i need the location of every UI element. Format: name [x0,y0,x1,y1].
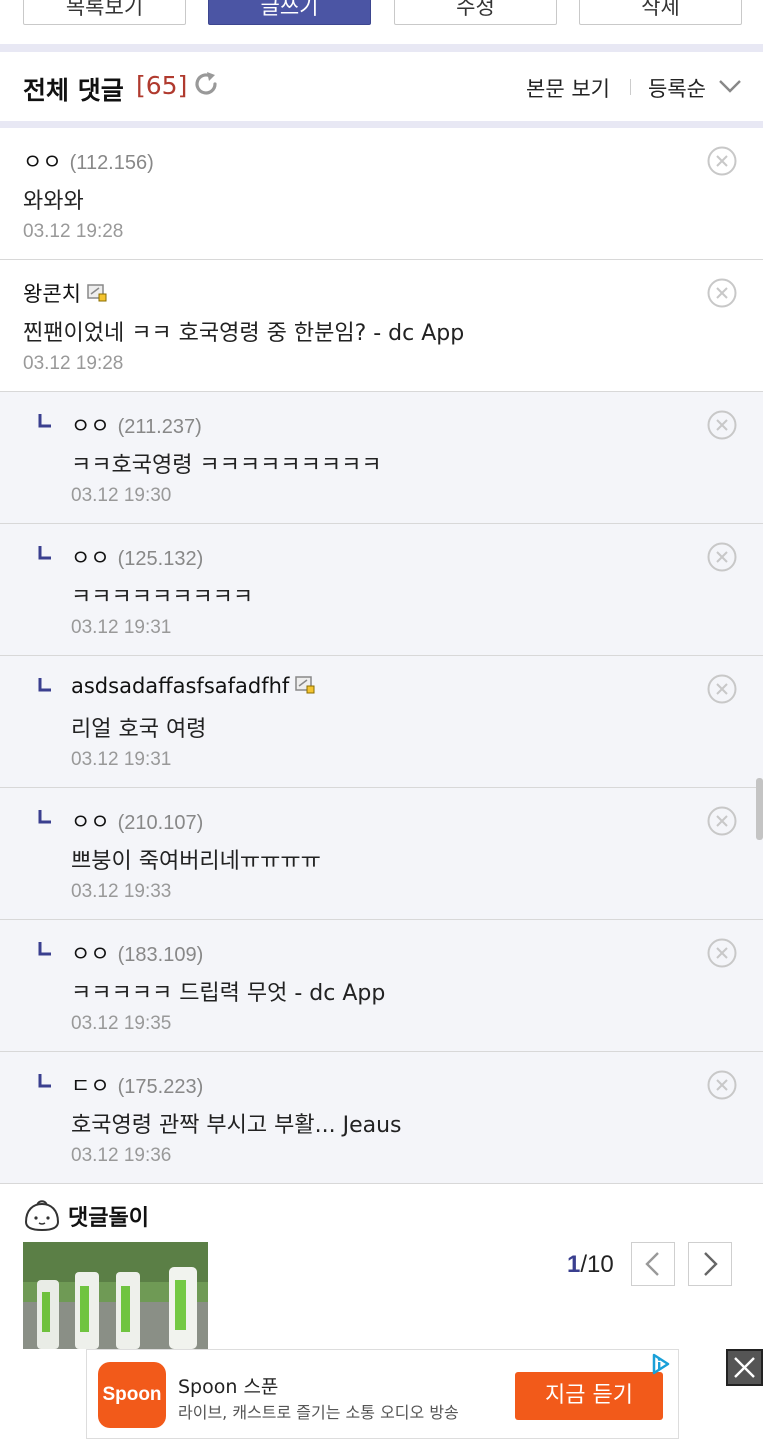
scrollbar-thumb[interactable] [756,778,763,840]
author-name: 왕콘치 [23,282,81,306]
comment-row: ㅇㅇ (112.156) 와와와 03.12 19:28 [0,128,763,260]
comment-author[interactable]: ㅇㅇ (183.109) [71,938,203,968]
author-ip: (125.132) [117,548,204,570]
comments-count: [65] [136,71,188,100]
sort-dropdown[interactable]: 등록순 [648,73,706,103]
comment-author[interactable]: ㄷㅇ (175.223) [71,1070,203,1100]
comment-author[interactable]: ㅇㅇ (125.132) [71,542,203,572]
delete-comment-icon[interactable] [706,937,738,969]
delete-comment-icon[interactable] [706,277,738,309]
chevron-left-icon [645,1252,659,1276]
comment-text: ㅋㅋㅋㅋㅋㅋㅋㅋㅋ [71,585,254,610]
comment-date: 03.12 19:33 [71,881,172,902]
delete-button[interactable]: 삭제 [579,0,742,25]
comment-text: 찐팬이었네 ㅋㅋ 호국영령 중 한분임? - dc App [23,321,465,346]
member-memo-icon [87,284,107,302]
reply-row: ㅇㅇ (125.132) ㅋㅋㅋㅋㅋㅋㅋㅋㅋ 03.12 19:31 [0,524,763,656]
author-ip: (183.109) [117,944,204,966]
section-divider [0,44,763,52]
author-name: ㅇㅇ [71,414,110,438]
edit-button[interactable]: 수정 [394,0,557,25]
reply-row: ㄷㅇ (175.223) 호국영령 관짝 부시고 부활... Jeaus 03.1… [0,1052,763,1184]
reply-arrow-icon [38,414,51,428]
next-page-button[interactable] [688,1242,732,1286]
author-ip: (211.237) [117,416,202,438]
delete-comment-icon[interactable] [706,409,738,441]
reply-arrow-icon [38,678,51,692]
ad-title: Spoon 스푼 [178,1376,279,1398]
write-button[interactable]: 글쓰기 [208,0,371,25]
reply-arrow-icon [38,546,51,560]
header-separator [630,79,631,95]
spoon-logo: Spoon [98,1362,166,1428]
comment-author[interactable]: 왕콘치 [23,278,107,308]
comment-date: 03.12 19:31 [71,617,172,638]
member-memo-icon [295,676,315,694]
page-total: /10 [580,1251,614,1278]
delete-comment-icon[interactable] [706,673,738,705]
ad-close-button[interactable] [726,1349,763,1386]
chevron-right-icon [704,1252,718,1276]
bot-thumbnail-image[interactable] [23,1242,208,1349]
delete-comment-icon[interactable] [706,805,738,837]
reply-row: ㅇㅇ (211.237) ㅋㅋ호국영령 ㅋㅋㅋㅋㅋㅋㅋㅋㅋ 03.12 19:30 [0,392,763,524]
adchoices-icon[interactable] [649,1353,671,1375]
prev-page-button[interactable] [631,1242,675,1286]
comment-date: 03.12 19:31 [71,749,172,770]
comment-row: 왕콘치 찐팬이었네 ㅋㅋ 호국영령 중 한분임? - dc App 03.12 … [0,260,763,392]
comment-author[interactable]: ㅇㅇ (210.107) [71,806,203,836]
ad-cta-button[interactable]: 지금 듣기 [515,1372,663,1420]
author-name: ㅇㅇ [71,810,110,834]
author-name: asdsadaffasfsafadfhf [71,674,290,698]
reply-row: ㅇㅇ (183.109) ㅋㅋㅋㅋㅋ 드립력 무엇 - dc App 03.12 … [0,920,763,1052]
reply-arrow-icon [38,942,51,956]
comment-text: 쁘붕이 죽여버리네ㅠㅠㅠㅠ [71,849,321,874]
section-divider [0,121,763,128]
refresh-icon[interactable] [191,69,221,99]
author-name: ㅇㅇ [71,546,110,570]
comment-text: 호국영령 관짝 부시고 부활... Jeaus [71,1113,402,1138]
list-button[interactable]: 목록보기 [23,0,186,25]
view-post-link[interactable]: 본문 보기 [526,73,610,103]
close-icon [734,1357,755,1378]
author-ip: (210.107) [117,812,204,834]
comment-text: ㅋㅋ호국영령 ㅋㅋㅋㅋㅋㅋㅋㅋㅋ [71,453,382,478]
author-ip: (175.223) [117,1076,204,1098]
comment-date: 03.12 19:35 [71,1013,172,1034]
author-name: ㅇㅇ [23,150,62,174]
comment-date: 03.12 19:28 [23,221,124,242]
comment-date: 03.12 19:30 [71,485,172,506]
page-current: 1 [567,1251,581,1278]
comment-author[interactable]: asdsadaffasfsafadfhf [71,674,315,698]
comment-text: ㅋㅋㅋㅋㅋ 드립력 무엇 - dc App [71,981,386,1006]
ad-description: 라이브, 캐스트로 즐기는 소통 오디오 방송 [178,1403,459,1422]
comments-title: 전체 댓글 [23,76,124,105]
author-name: ㅇㅇ [71,942,110,966]
comment-author[interactable]: ㅇㅇ (112.156) [23,146,154,176]
author-ip: (112.156) [69,152,154,174]
comments-header: 전체 댓글 [65] 본문 보기 등록순 [0,52,763,122]
reply-row: asdsadaffasfsafadfhf 리얼 호국 여령 03.12 19:3… [0,656,763,788]
dumpling-mascot-icon [24,1200,60,1232]
bot-pagination: 1/10 [567,1251,614,1279]
comment-bot-title: 댓글돌이 [68,1206,149,1231]
reply-row: ㅇㅇ (210.107) 쁘붕이 죽여버리네ㅠㅠㅠㅠ 03.12 19:33 [0,788,763,920]
author-name: ㄷㅇ [71,1074,110,1098]
delete-comment-icon[interactable] [706,145,738,177]
reply-arrow-icon [38,1074,51,1088]
comment-date: 03.12 19:28 [23,353,124,374]
comment-bot-section: 댓글돌이 1/10 [0,1184,763,1349]
comment-author[interactable]: ㅇㅇ (211.237) [71,410,202,440]
ad-banner[interactable]: Spoon Spoon 스푼 라이브, 캐스트로 즐기는 소통 오디오 방송 지… [86,1349,679,1439]
reply-arrow-icon [38,810,51,824]
delete-comment-icon[interactable] [706,541,738,573]
comment-text: 와와와 [23,189,84,214]
post-action-bar: 목록보기 글쓰기 수정 삭제 [0,0,763,44]
comment-text: 리얼 호국 여령 [71,717,207,742]
chevron-down-icon[interactable] [717,76,743,96]
delete-comment-icon[interactable] [706,1069,738,1101]
comment-date: 03.12 19:36 [71,1145,172,1166]
